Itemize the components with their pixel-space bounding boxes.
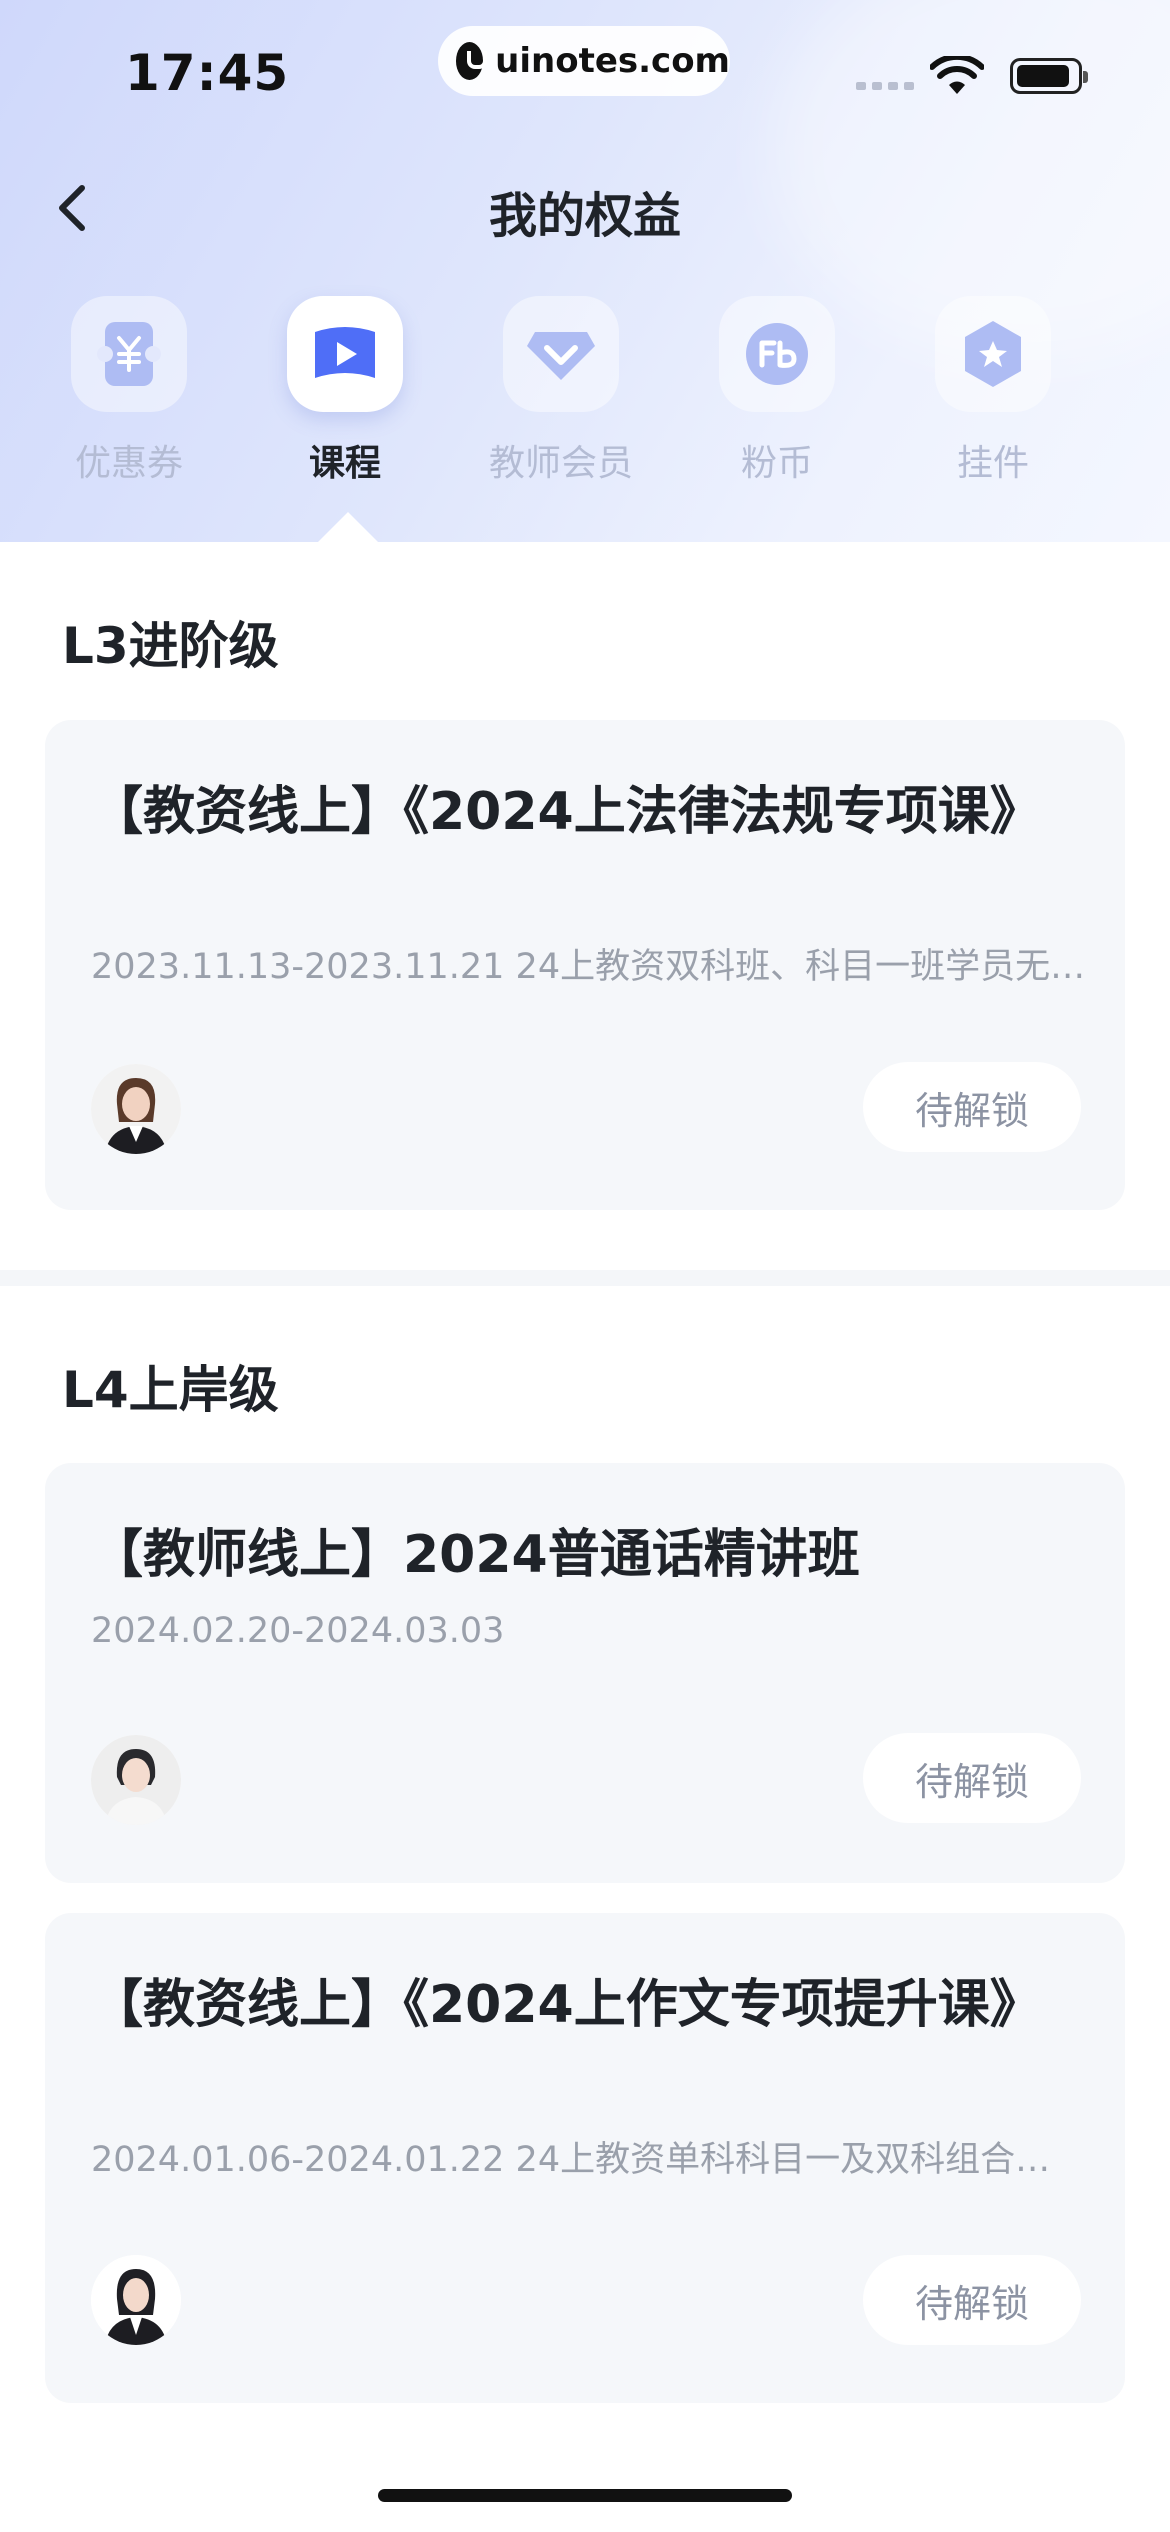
- active-tab-pointer: [318, 512, 378, 542]
- section-title-l3: L3进阶级: [62, 617, 279, 675]
- course-card[interactable]: 【教师线上】2024普通话精讲班 2024.02.20-2024.03.03 待…: [45, 1463, 1125, 1883]
- pending-unlock-button[interactable]: 待解锁: [863, 2255, 1081, 2345]
- pendant-icon: [935, 296, 1051, 412]
- url-text: uinotes.com: [495, 41, 730, 81]
- tab-coin[interactable]: 粉币: [669, 296, 885, 486]
- uinotes-logo-icon: [456, 42, 488, 80]
- teacher-avatar: [91, 1064, 181, 1154]
- teacher-member-icon: [503, 296, 619, 412]
- coupon-icon: [71, 296, 187, 412]
- pending-unlock-button[interactable]: 待解锁: [863, 1062, 1081, 1152]
- course-title: 【教师线上】2024普通话精讲班: [91, 1525, 860, 1585]
- tab-label: 课程: [308, 443, 381, 484]
- teacher-avatar: [91, 1735, 181, 1825]
- url-badge: uinotes.com: [438, 26, 730, 96]
- pending-unlock-button[interactable]: 待解锁: [863, 1733, 1081, 1823]
- tab-pendant[interactable]: 挂件: [885, 296, 1101, 486]
- tab-label: 教师会员: [488, 443, 633, 484]
- cellular-signal-icon: [856, 82, 914, 90]
- course-title: 【教资线上】《2024上作文专项提升课》: [91, 1975, 1042, 2035]
- section-divider: [0, 1270, 1170, 1286]
- tab-course[interactable]: 课程: [237, 296, 453, 486]
- course-card[interactable]: 【教资线上】《2024上作文专项提升课》 2024.01.06-2024.01.…: [45, 1913, 1125, 2403]
- course-description: 2023.11.13-2023.11.21 24上教资双科班、科目一班学员无…: [91, 947, 1086, 987]
- course-description: 2024.02.20-2024.03.03: [91, 1611, 505, 1651]
- tab-label: 优惠券: [74, 443, 183, 484]
- battery-icon: [1010, 58, 1088, 94]
- benefit-tabs: 优惠券 课程 教师会员 粉币 挂件: [0, 296, 1170, 496]
- home-indicator: [378, 2489, 792, 2502]
- tab-label: 挂件: [956, 443, 1029, 484]
- section-title-l4: L4上岸级: [62, 1361, 279, 1419]
- play-course-icon: [287, 296, 403, 412]
- course-description: 2024.01.06-2024.01.22 24上教资单科科目一及双科组合…: [91, 2140, 1051, 2180]
- tab-teacher-member[interactable]: 教师会员: [453, 296, 669, 486]
- wifi-icon: [930, 56, 984, 94]
- course-title: 【教资线上】《2024上法律法规专项课》: [91, 782, 1042, 842]
- status-time: 17:45: [125, 44, 290, 102]
- page-title: 我的权益: [488, 188, 681, 244]
- coin-icon: [719, 296, 835, 412]
- tab-coupon[interactable]: 优惠券: [21, 296, 237, 486]
- course-card[interactable]: 【教资线上】《2024上法律法规专项课》 2023.11.13-2023.11.…: [45, 720, 1125, 1210]
- teacher-avatar: [91, 2255, 181, 2345]
- tab-label: 粉币: [740, 443, 813, 484]
